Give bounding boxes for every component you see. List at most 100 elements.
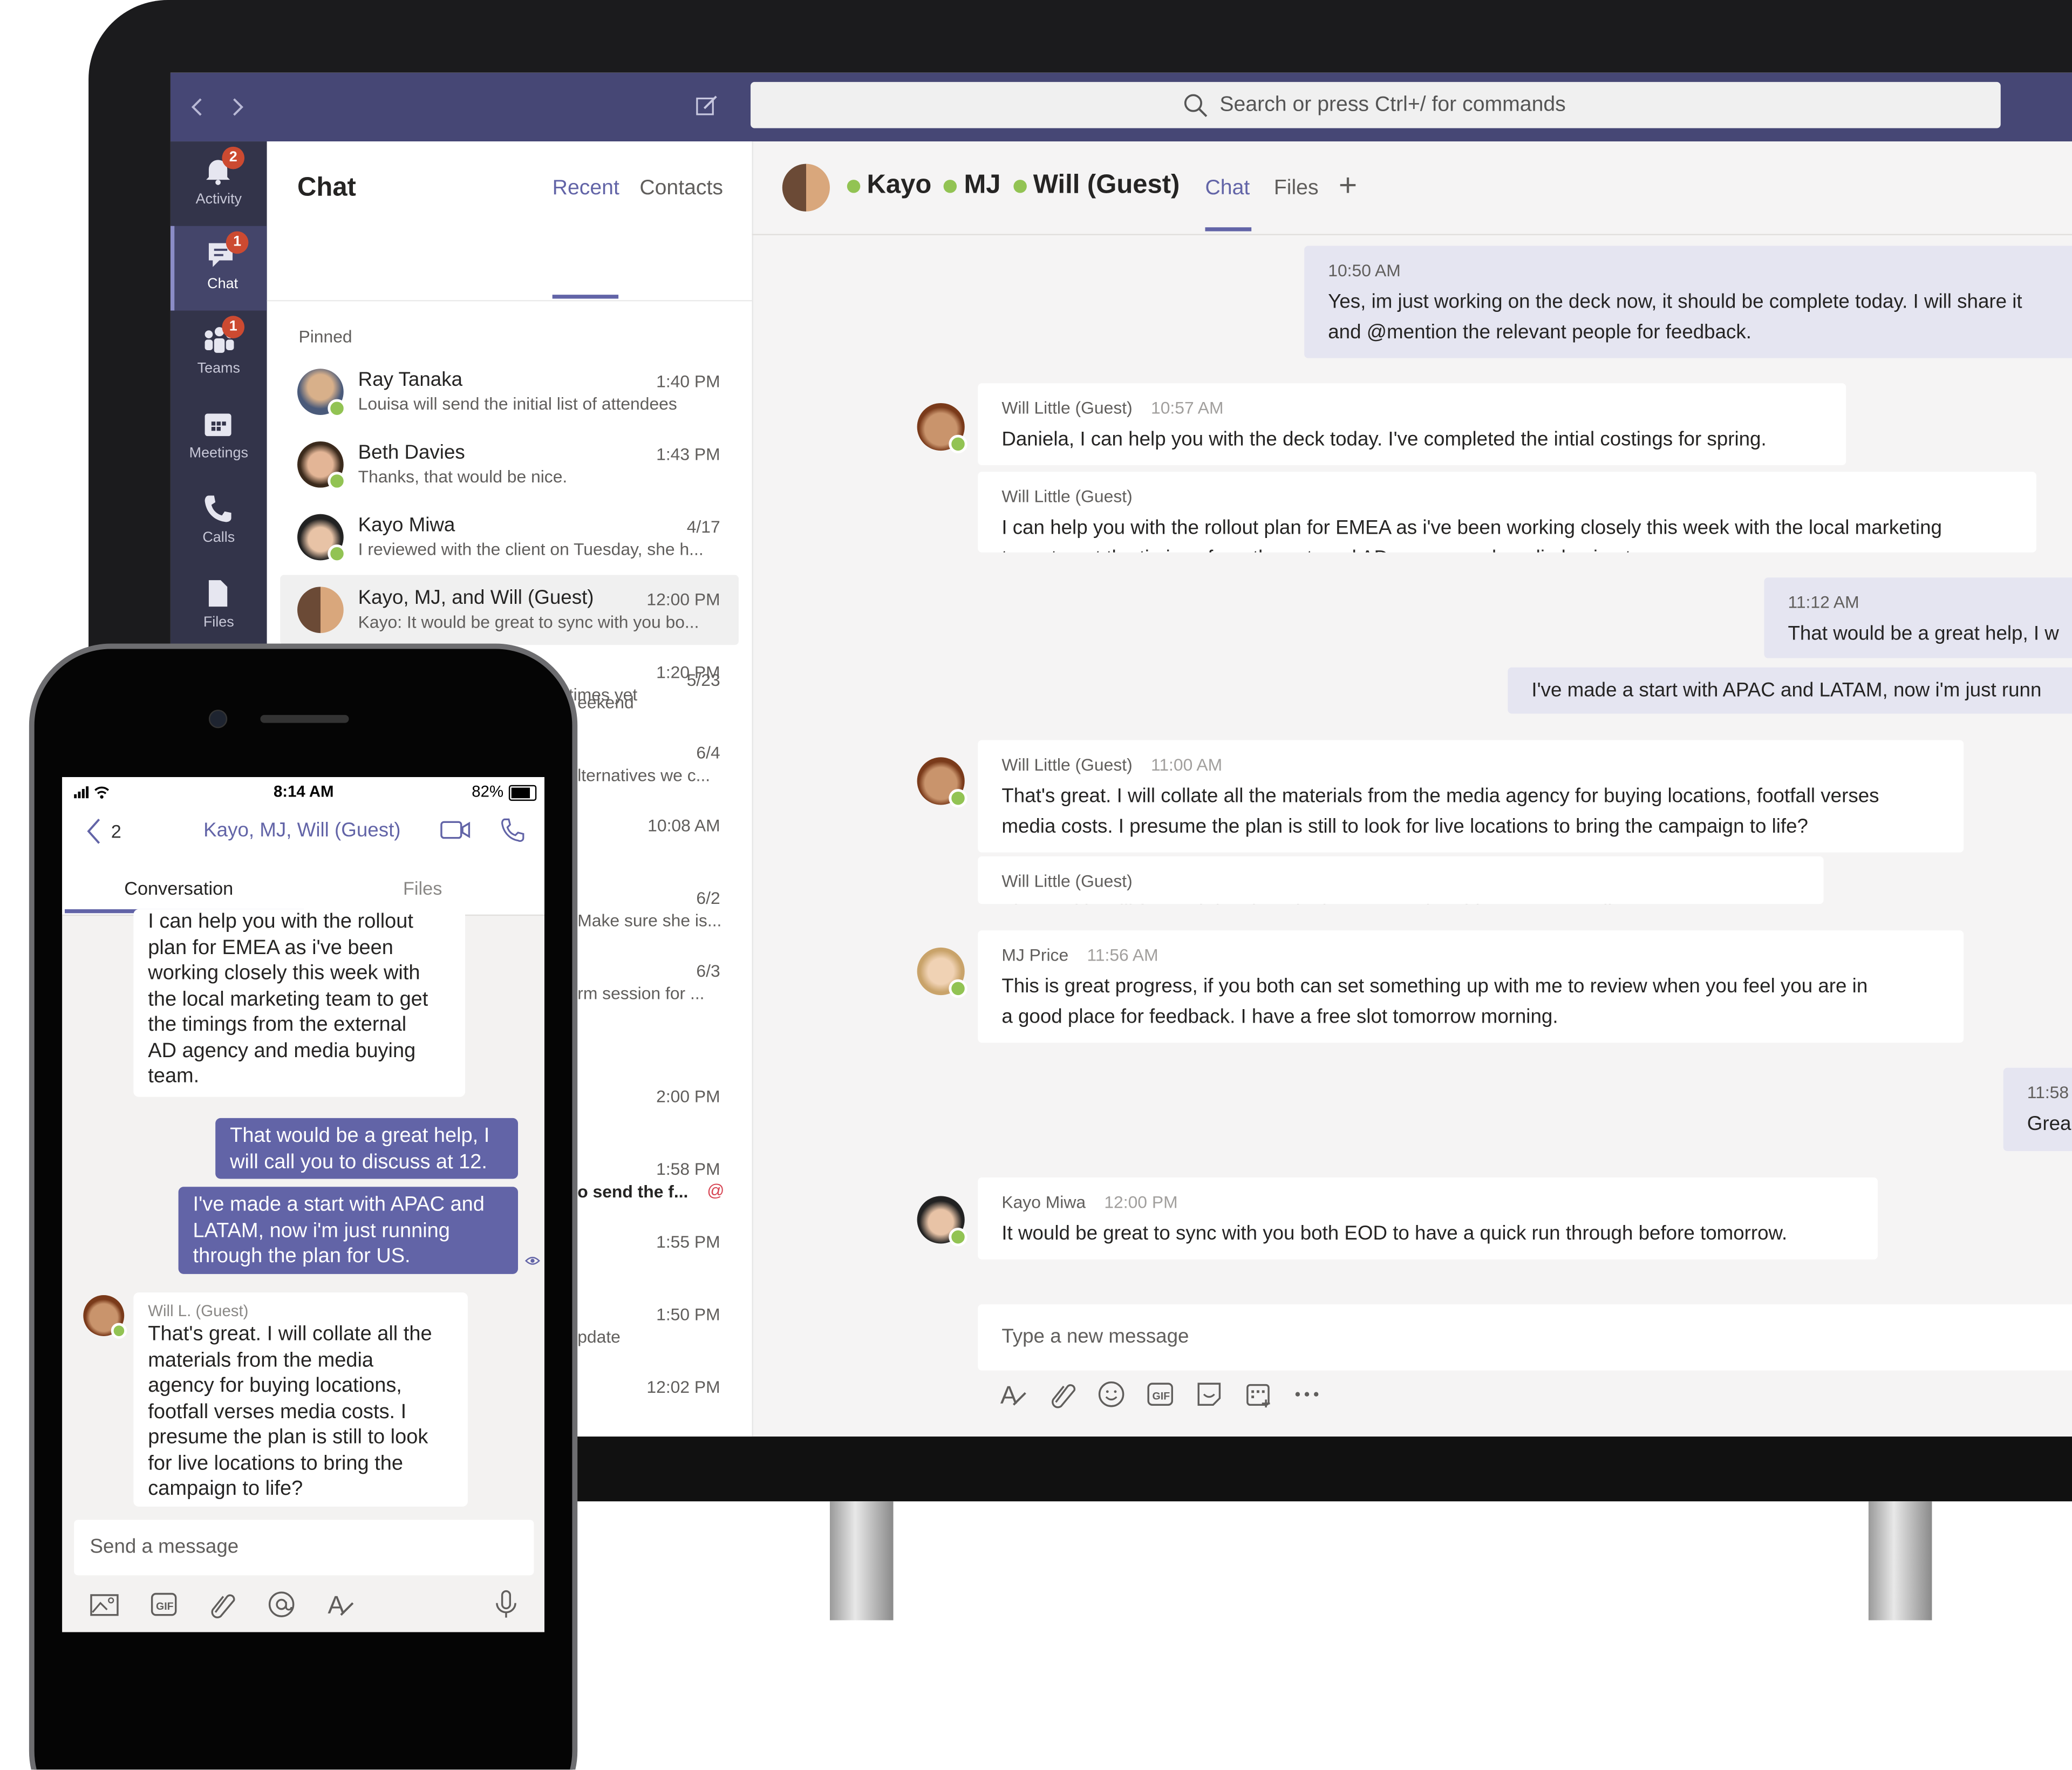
format-button[interactable]: A <box>998 1378 1030 1410</box>
search-input[interactable]: Search or press Ctrl+/ for commands <box>751 81 2001 128</box>
gif-button[interactable]: GIF <box>148 1589 180 1621</box>
presence-available-icon <box>1013 180 1027 193</box>
message-text: team. <box>148 1065 200 1088</box>
message-input[interactable]: Type a new message <box>978 1304 2072 1371</box>
emoji-button[interactable] <box>1095 1378 1127 1410</box>
meta-gap <box>1001 1215 1854 1218</box>
tab-chat[interactable]: Chat <box>1205 177 1250 201</box>
rail-item-teams[interactable]: 1 Teams <box>171 311 267 396</box>
tab-recent[interactable]: Recent <box>553 177 619 201</box>
presence-available-icon <box>949 434 967 454</box>
back-icon[interactable] <box>86 816 101 846</box>
meta-gap <box>1001 777 1940 781</box>
phone-message-input[interactable]: Send a message <box>74 1520 534 1576</box>
message-text: working closely this week with <box>148 962 420 985</box>
message-time: 11:56 AM <box>1087 945 1158 965</box>
meta-gap <box>1001 968 1940 971</box>
message-text: the local marketing team to get <box>148 988 428 1011</box>
compose-icon[interactable] <box>695 94 719 118</box>
tab-chat-underline <box>1205 227 1252 232</box>
forward-icon[interactable] <box>230 97 246 118</box>
attach-button[interactable] <box>206 1589 238 1621</box>
message-text: That's great. I will collate all the <box>148 1323 432 1346</box>
message-author: Will Little (Guest) <box>1001 754 1133 775</box>
last-message-time: 1:43 PM <box>656 444 720 464</box>
chat-list-item[interactable]: Beth Davies 1:43 PM Thanks, that would be … <box>280 430 739 500</box>
last-message-time: 1:58 PM <box>656 1159 720 1179</box>
mention-icon: @ <box>707 1180 725 1200</box>
chat-list-item[interactable]: Kayo, MJ, and Will (Guest) 12:00 PM Kayo: … <box>280 575 739 645</box>
format-icon: A <box>328 1591 354 1619</box>
rail-label: Files <box>203 614 234 631</box>
rail-item-chat[interactable]: 1 Chat <box>170 226 271 311</box>
participant-name[interactable]: Kayo <box>867 171 932 200</box>
message-text: Yes, im just working on the deck now, it… <box>1328 290 2022 314</box>
audio-call-icon[interactable] <box>500 816 526 843</box>
pinned-label: Pinned <box>298 326 352 346</box>
svg-text:GIF: GIF <box>156 1601 174 1612</box>
message-author: Will L. (Guest) <box>148 1302 249 1320</box>
message-text: LATAM, now i'm just running <box>193 1219 450 1242</box>
attach-button[interactable] <box>1047 1378 1079 1410</box>
last-message-preview: Louisa will send the initial list of att… <box>358 393 677 414</box>
battery-level: 82% <box>472 782 504 801</box>
tab-conversation[interactable]: Conversation <box>124 877 233 898</box>
own-message: That would be a great help, I will call y… <box>215 1118 519 1179</box>
contact-name: Kayo Miwa <box>358 514 455 537</box>
phone-chat-title[interactable]: Kayo, MJ, Will (Guest) <box>203 819 400 842</box>
gif-button[interactable]: GIF <box>1144 1378 1176 1410</box>
rail-item-calls[interactable]: Calls <box>171 480 267 564</box>
microphone-button[interactable] <box>490 1589 522 1621</box>
avatar <box>917 947 967 998</box>
image-button[interactable] <box>88 1589 120 1621</box>
sticker-button[interactable] <box>1193 1378 1225 1410</box>
file-icon <box>208 580 228 607</box>
participant-name[interactable]: Will (Guest) <box>1033 171 1180 200</box>
message: MJ Price 11:56 AM This is great progress, … <box>978 930 1964 1043</box>
rail-item-meetings[interactable]: Meetings <box>171 395 267 480</box>
read-receipt-icon <box>524 1257 540 1265</box>
tab-contacts[interactable]: Contacts <box>639 177 723 201</box>
mention-button[interactable] <box>265 1589 297 1621</box>
last-message-time: 4/17 <box>686 516 720 537</box>
video-call-icon[interactable] <box>440 819 472 840</box>
message-text: presume the plan is still to look <box>148 1426 428 1449</box>
add-tab-button[interactable]: + <box>1339 168 1357 205</box>
avatar-photo <box>297 587 344 634</box>
avatar <box>917 757 967 808</box>
message-meta: Will Little (Guest) <box>1001 869 1800 893</box>
message: Will Little (Guest) 10:57 AM Daniela, I ca… <box>978 383 1846 466</box>
message-text: Daniela, I can help you with the deck to… <box>1001 428 1767 451</box>
message-text: and @mention the relevant people for fee… <box>1328 321 1751 344</box>
tab-files[interactable]: Files <box>1274 177 1319 201</box>
last-message-time: 1:40 PM <box>656 371 720 391</box>
presence-available-icon <box>949 979 967 998</box>
rail-label: Chat <box>207 276 238 292</box>
chat-list-item[interactable]: Ray Tanaka 1:40 PM Louisa will send the in… <box>280 357 739 427</box>
search-icon <box>1184 94 1208 117</box>
back-icon[interactable] <box>189 97 205 118</box>
search-placeholder: Search or press Ctrl+/ for commands <box>1219 93 1566 117</box>
rail-item-activity[interactable]: 2 Activity <box>171 141 267 226</box>
message-meta: 11:58 <box>2027 1081 2072 1105</box>
presence-available-icon <box>944 180 958 193</box>
more-button[interactable] <box>1291 1378 1323 1410</box>
message-meta: Will Little (Guest) 11:00 AM <box>1001 753 1940 777</box>
svg-text:GIF: GIF <box>1153 1390 1170 1402</box>
image-icon <box>90 1594 119 1616</box>
last-message-time: 12:00 PM <box>646 589 720 609</box>
rail-item-files[interactable]: Files <box>171 564 267 649</box>
last-message-preview: eekend <box>577 692 634 713</box>
tab-files[interactable]: Files <box>403 877 442 898</box>
chat-list-item[interactable]: Kayo Miwa 4/17 I reviewed with the client … <box>280 502 739 573</box>
format-button[interactable]: A <box>325 1589 357 1621</box>
last-message-preview: I reviewed with the client on Tuesday, s… <box>358 539 704 559</box>
phone-header: 8:14 AM 82% 2 Kayo, MJ, Will (Guest) Con… <box>62 777 544 916</box>
group-avatar <box>782 164 830 212</box>
message-meta: 10:50 AM <box>1328 259 2072 283</box>
message: Kayo Miwa 12:00 PM It would be great to sy… <box>978 1177 1878 1260</box>
message-text: agency for buying locations, <box>148 1374 402 1397</box>
schedule-meeting-button[interactable] <box>1242 1378 1274 1410</box>
chat-list-title: Chat <box>297 173 356 202</box>
participant-name[interactable]: MJ <box>964 171 1000 200</box>
